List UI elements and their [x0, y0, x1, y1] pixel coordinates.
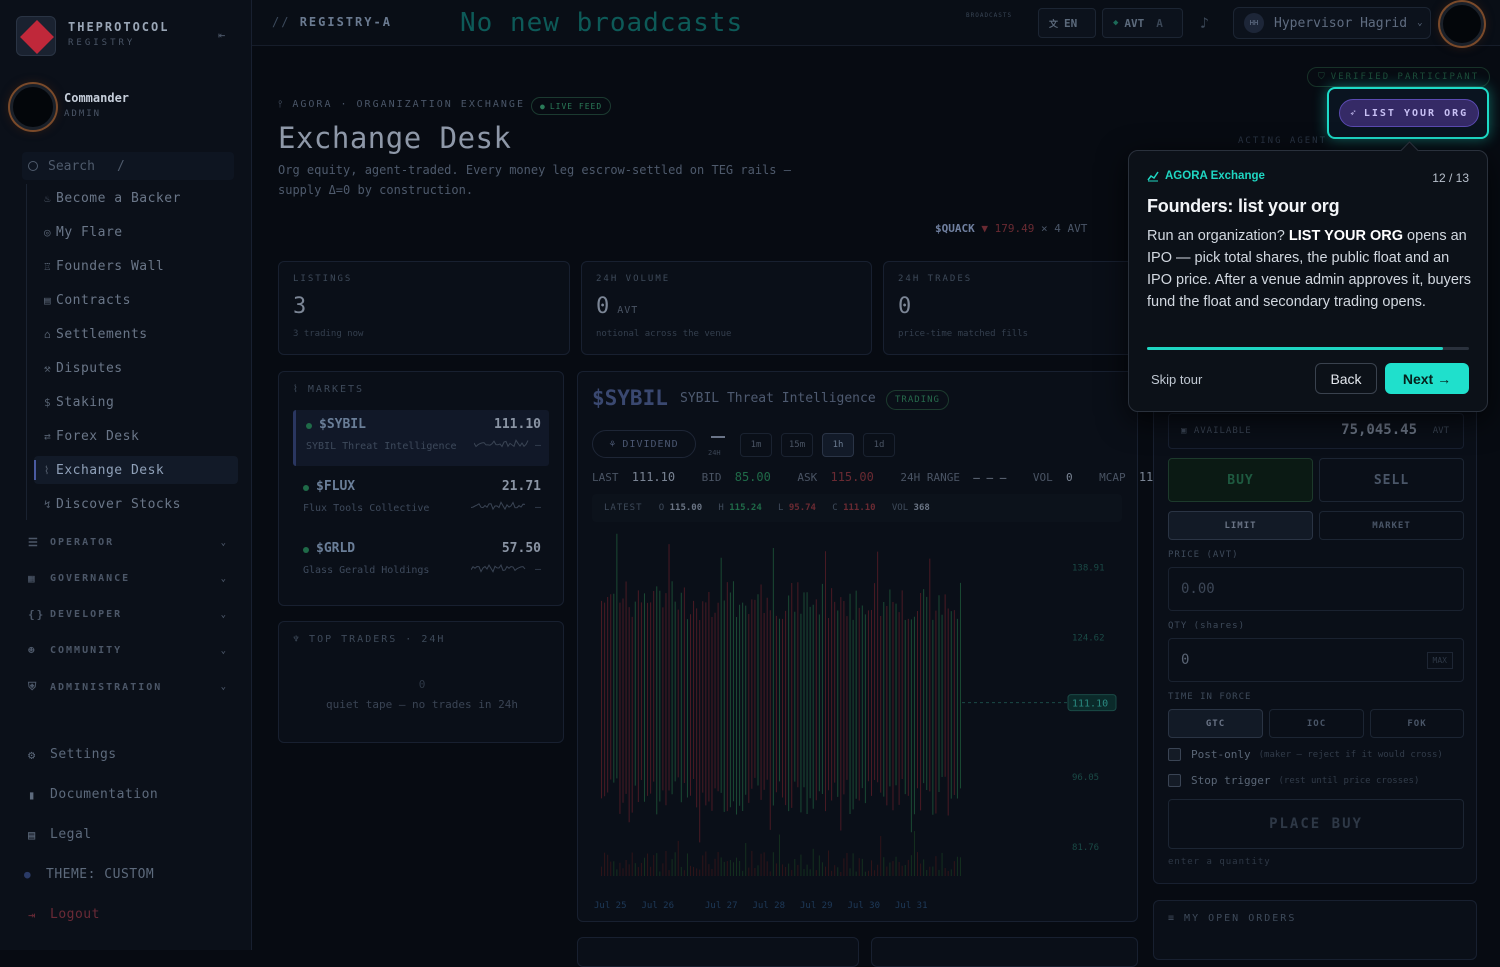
tour-body: Run an organization? LIST YOUR ORG opens…: [1147, 228, 1471, 310]
chart-icon: [1147, 171, 1159, 182]
rocket-icon: ➶: [1349, 107, 1358, 119]
tour-progress: [1147, 347, 1469, 350]
back-button[interactable]: Back: [1315, 363, 1377, 394]
skip-tour-link[interactable]: Skip tour: [1151, 372, 1202, 387]
list-your-org-highlight: ➶ LIST YOUR ORG: [1327, 87, 1489, 139]
next-button[interactable]: Next →: [1385, 363, 1469, 394]
app-root: THEPROTOCOL REGISTRY ⇤ Commander ADMIN S…: [0, 0, 1500, 967]
list-your-org-button[interactable]: ➶ LIST YOUR ORG: [1339, 99, 1479, 127]
tour-title: Founders: list your org: [1147, 196, 1340, 216]
tour-step-counter: 12 / 13: [1432, 171, 1469, 185]
tour-header: AGORA Exchange: [1147, 170, 1265, 182]
acting-agent-label: ACTING AGENT: [1238, 136, 1328, 146]
verified-badge: ⛉ VERIFIED PARTICIPANT: [1307, 67, 1491, 87]
tour-popover: AGORA Exchange 12 / 13 Founders: list yo…: [1128, 150, 1488, 412]
